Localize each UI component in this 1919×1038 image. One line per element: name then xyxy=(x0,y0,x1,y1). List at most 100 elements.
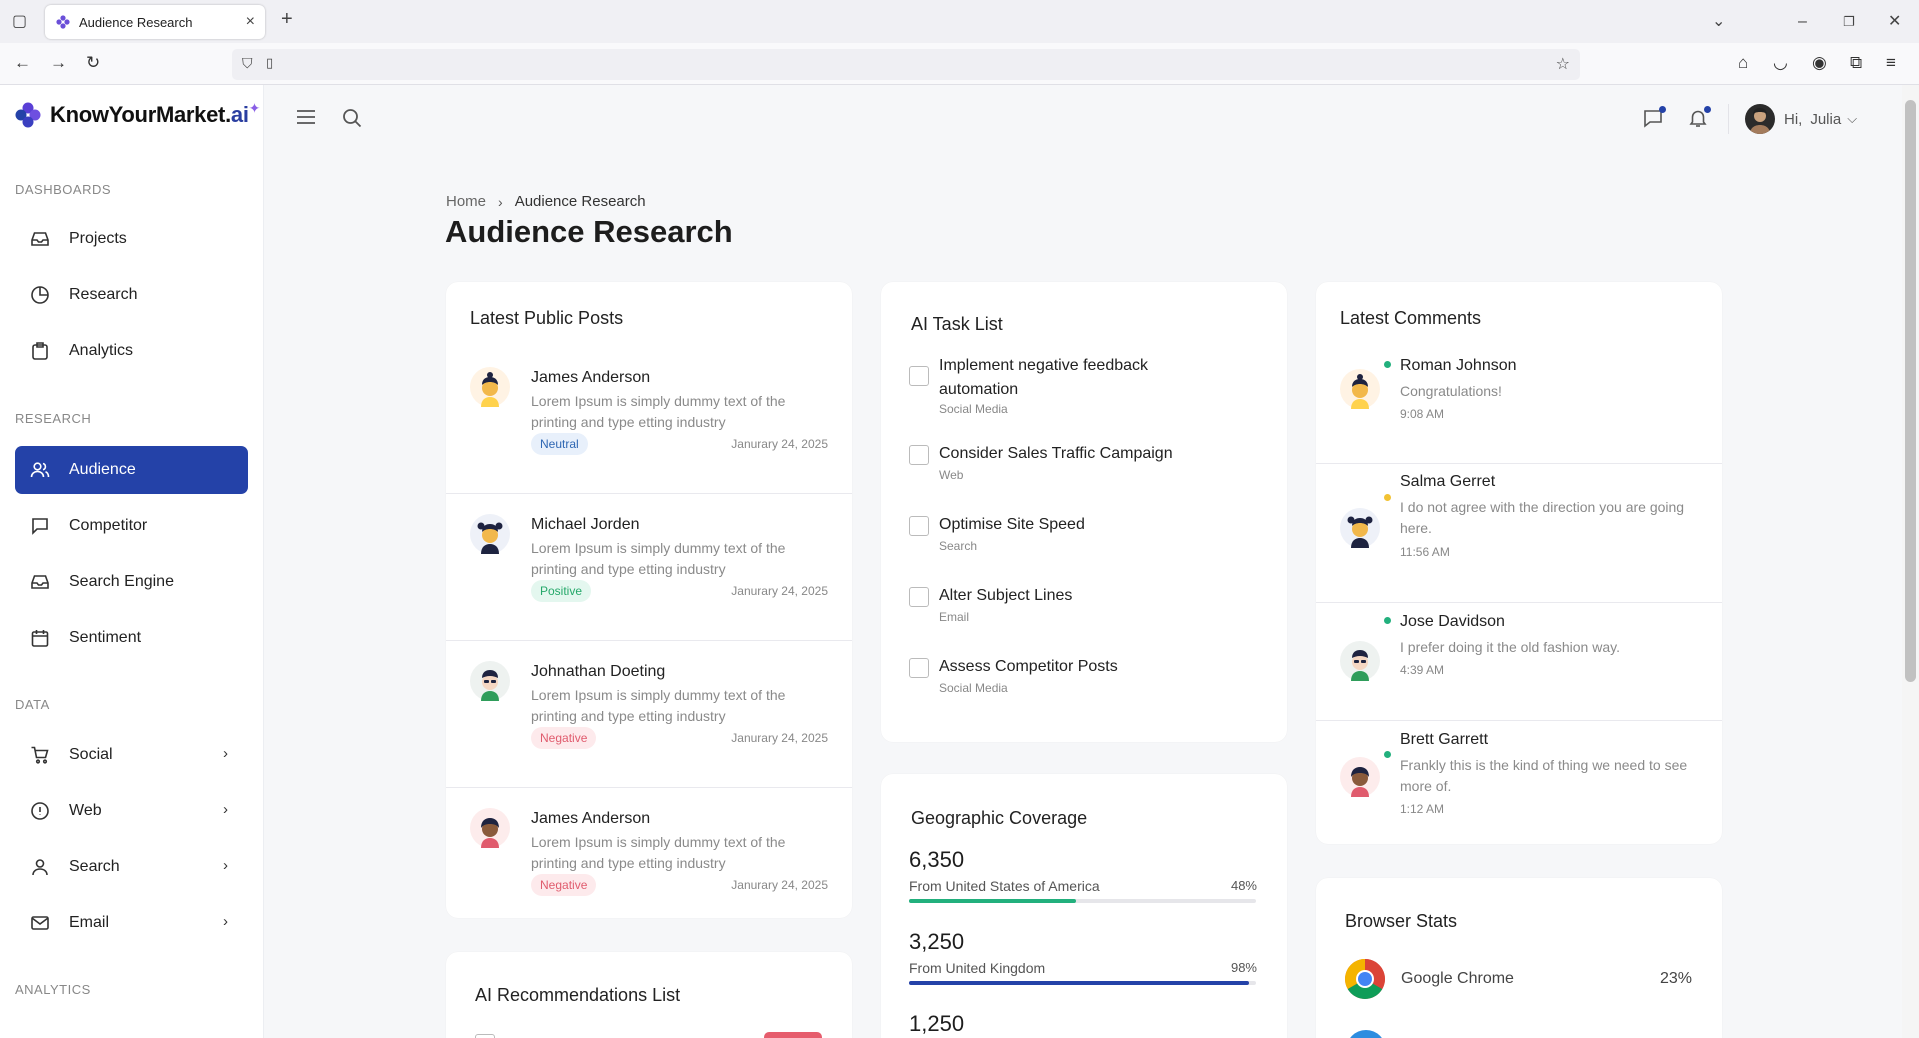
list-item[interactable]: Roman Johnson Congratulations! 9:08 AM xyxy=(1316,347,1722,464)
task-checkbox[interactable] xyxy=(909,658,929,678)
inbox-icon xyxy=(29,571,51,593)
task-item[interactable]: Alter Subject Lines Email xyxy=(909,584,1199,624)
avatar xyxy=(470,661,510,701)
geo-label: From United Kingdom xyxy=(909,960,1046,976)
menu-icon[interactable]: ≡ xyxy=(1886,53,1896,73)
list-item[interactable]: Brett Garrett Frankly this is the kind o… xyxy=(1316,721,1722,844)
task-checkbox[interactable] xyxy=(909,366,929,386)
geo-card: Geographic Coverage 6,350 From United St… xyxy=(881,774,1287,1038)
sidebar-item-email[interactable]: Email › xyxy=(15,899,248,947)
forward-icon[interactable]: → xyxy=(50,53,67,73)
shield-check-icon[interactable]: ◡ xyxy=(1773,53,1788,73)
task-checkbox[interactable] xyxy=(909,516,929,536)
browser-tab[interactable]: Audience Research × xyxy=(45,5,265,39)
browser-stats-card: Browser Stats Google Chrome 23% xyxy=(1316,878,1722,1038)
minimize-icon[interactable]: – xyxy=(1798,12,1807,32)
sidebar-item-audience[interactable]: Audience xyxy=(15,446,248,494)
save-to-pocket-icon[interactable]: ⌂ xyxy=(1738,53,1748,73)
task-checkbox[interactable] xyxy=(909,445,929,465)
online-status-dot xyxy=(1384,494,1391,501)
greeting: Hi, xyxy=(1784,110,1803,128)
list-item[interactable]: James Anderson Lorem Ipsum is simply dum… xyxy=(446,347,852,494)
sidebar-item-label: Web xyxy=(69,802,102,819)
posts-card-title: Latest Public Posts xyxy=(470,308,624,328)
sidebar-item-search-engine[interactable]: Search Engine xyxy=(15,558,248,606)
sidebar-item-competitor[interactable]: Competitor xyxy=(15,502,248,550)
sidebar-item-label: Audience xyxy=(69,461,136,478)
close-window-icon[interactable]: ✕ xyxy=(1888,12,1901,32)
new-tab-icon[interactable]: + xyxy=(281,9,293,29)
sidebar-item-social[interactable]: Social › xyxy=(15,731,248,779)
online-status-dot xyxy=(1384,617,1391,624)
task-tag: Web xyxy=(939,468,964,482)
comment-author: Jose Davidson xyxy=(1400,613,1505,630)
task-item[interactable]: Optimise Site Speed Search xyxy=(909,513,1199,553)
online-status-dot xyxy=(1384,751,1391,758)
task-item[interactable]: Consider Sales Traffic Campaign Web xyxy=(909,442,1199,482)
comment-text: I do not agree with the direction you ar… xyxy=(1400,499,1685,536)
tab-overflow-icon[interactable]: ⌄ xyxy=(1712,12,1725,32)
list-item[interactable]: Salma Gerret I do not agree with the dir… xyxy=(1316,464,1722,603)
browser-tabbar: ▢ Audience Research × + ⌄ – ❐ ✕ xyxy=(0,0,1919,43)
favicon-icon xyxy=(55,14,71,30)
list-item[interactable]: Johnathan Doeting Lorem Ipsum is simply … xyxy=(446,641,852,788)
geo-progress-fill xyxy=(909,899,1076,903)
task-text: Assess Competitor Posts xyxy=(939,658,1118,675)
list-item[interactable]: James Anderson Lorem Ipsum is simply dum… xyxy=(446,788,852,935)
close-tab-icon[interactable]: × xyxy=(246,13,255,31)
reload-icon[interactable]: ↻ xyxy=(86,53,100,73)
back-icon[interactable]: ← xyxy=(14,53,31,73)
sidebar-item-research[interactable]: Research xyxy=(15,271,248,319)
logo[interactable]: KnowYourMarket. ai ✦ xyxy=(14,100,260,130)
page-scrollbar-thumb[interactable] xyxy=(1905,100,1916,682)
search-icon[interactable] xyxy=(342,108,362,133)
restore-icon[interactable]: ❐ xyxy=(1843,12,1855,32)
user-icon xyxy=(29,856,51,878)
chevron-right-icon: › xyxy=(223,745,228,762)
logo-icon xyxy=(15,102,41,128)
comment-time: 1:12 AM xyxy=(1400,802,1445,816)
sidebar-item-search[interactable]: Search › xyxy=(15,843,248,891)
status-badge: Neutral xyxy=(531,433,588,455)
recommendation-checkbox[interactable] xyxy=(475,1034,495,1038)
clipboard-icon xyxy=(29,340,51,362)
post-author: Michael Jorden xyxy=(531,516,640,533)
list-item[interactable]: Jose Davidson I prefer doing it the old … xyxy=(1316,603,1722,721)
geo-value: 1,250 xyxy=(909,1011,965,1036)
breadcrumb-current: Audience Research xyxy=(514,193,646,210)
sidebar-item-web[interactable]: Web › xyxy=(15,787,248,835)
breadcrumb-home[interactable]: Home xyxy=(446,193,486,210)
url-bar[interactable]: ⛉ ▯ ☆ xyxy=(232,49,1580,80)
task-text: Consider Sales Traffic Campaign xyxy=(939,445,1173,462)
post-text: Lorem Ipsum is simply dummy text of the … xyxy=(531,834,786,871)
account-icon[interactable]: ◉ xyxy=(1812,53,1827,73)
sidebar-item-analytics[interactable]: Analytics xyxy=(15,327,248,375)
user-menu[interactable]: Hi, Julia ⌵ xyxy=(1745,104,1857,134)
task-item[interactable]: Implement negative feedback automation S… xyxy=(909,354,1199,416)
shield-icon[interactable]: ⛉ xyxy=(242,55,253,72)
tasks-card-title: AI Task List xyxy=(911,314,1003,334)
bookmark-star-icon[interactable]: ☆ xyxy=(1556,54,1570,74)
geo-label: From United States of America xyxy=(909,878,1100,894)
sidebar-item-sentiment[interactable]: Sentiment xyxy=(15,614,248,662)
section-label-data: DATA xyxy=(15,697,50,712)
avatar xyxy=(1745,104,1775,134)
post-text: Lorem Ipsum is simply dummy text of the … xyxy=(531,540,786,577)
sidebar-item-label: Search xyxy=(69,858,120,875)
sidebar-item-projects[interactable]: Projects xyxy=(15,215,248,263)
avatar xyxy=(470,808,510,848)
cart-icon xyxy=(29,744,51,766)
sidebar: KnowYourMarket. ai ✦ DASHBOARDS Projects … xyxy=(0,85,264,1038)
task-item[interactable]: Assess Competitor Posts Social Media xyxy=(909,655,1199,695)
section-label-analytics: ANALYTICS xyxy=(15,982,91,997)
list-item[interactable]: Michael Jorden Lorem Ipsum is simply dum… xyxy=(446,494,852,641)
extensions-icon[interactable]: ⧉ xyxy=(1850,53,1862,73)
task-text: Alter Subject Lines xyxy=(939,587,1073,604)
task-tag: Social Media xyxy=(939,681,1008,695)
sidebar-item-label: Social xyxy=(69,746,113,763)
task-checkbox[interactable] xyxy=(909,587,929,607)
comments-card: Latest Comments Roman Johnson Congratula… xyxy=(1316,282,1722,844)
hamburger-menu-icon[interactable] xyxy=(296,108,316,131)
sidebar-item-label: Sentiment xyxy=(69,629,142,646)
tab-list-icon[interactable]: ▢ xyxy=(12,12,27,32)
